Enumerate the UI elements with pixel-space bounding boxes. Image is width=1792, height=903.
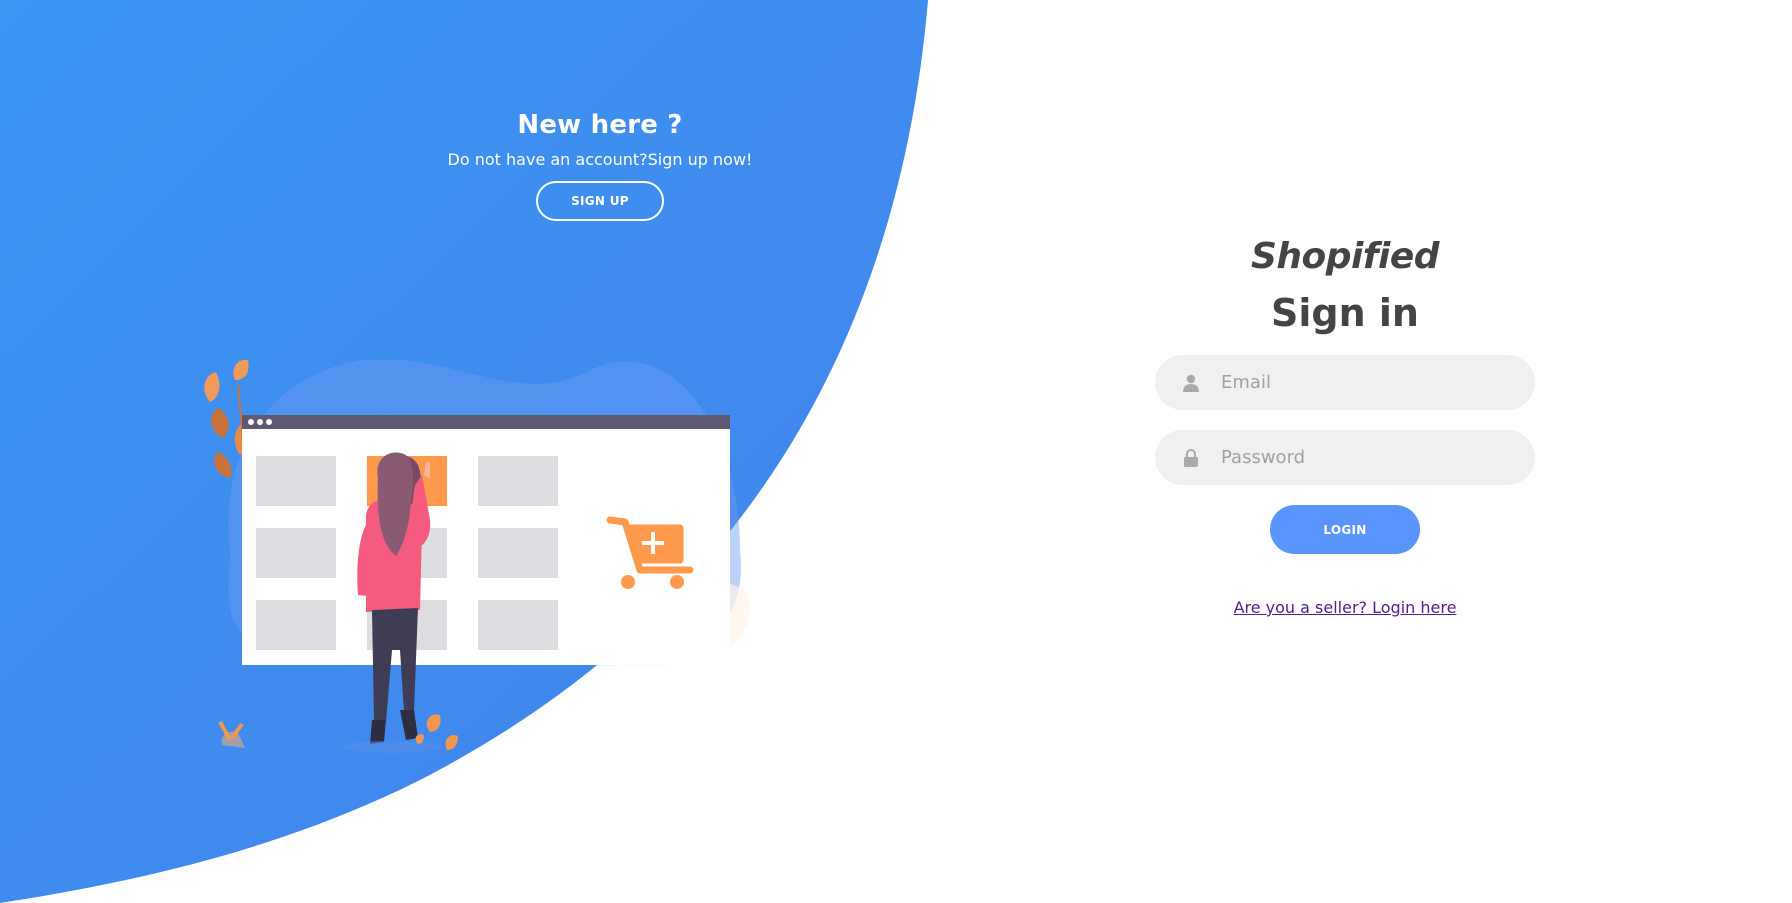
brand-logo: Shopified [1250, 236, 1440, 277]
plant-decoration [218, 721, 245, 748]
signup-heading: New here ? [517, 110, 683, 140]
browser-title-bar [242, 415, 730, 429]
email-input[interactable] [1219, 371, 1515, 394]
login-button[interactable]: LOGIN [1270, 505, 1420, 554]
signup-panel: New here ? Do not have an account?Sign u… [430, 110, 770, 221]
password-input[interactable] [1219, 446, 1515, 469]
signin-form: Shopified Sign in LOGIN Are you a seller… [1155, 236, 1535, 617]
lock-icon [1183, 448, 1199, 467]
seller-login-link[interactable]: Are you a seller? Login here [1234, 598, 1457, 617]
leaf-decoration-top [522, 360, 528, 361]
signup-button[interactable]: SIGN UP [536, 181, 664, 221]
shopping-illustration [204, 360, 750, 753]
user-icon [1183, 374, 1199, 392]
email-field [1155, 355, 1535, 410]
signup-text: Do not have an account?Sign up now! [447, 150, 753, 169]
password-field [1155, 430, 1535, 485]
signin-title: Sign in [1271, 291, 1419, 335]
